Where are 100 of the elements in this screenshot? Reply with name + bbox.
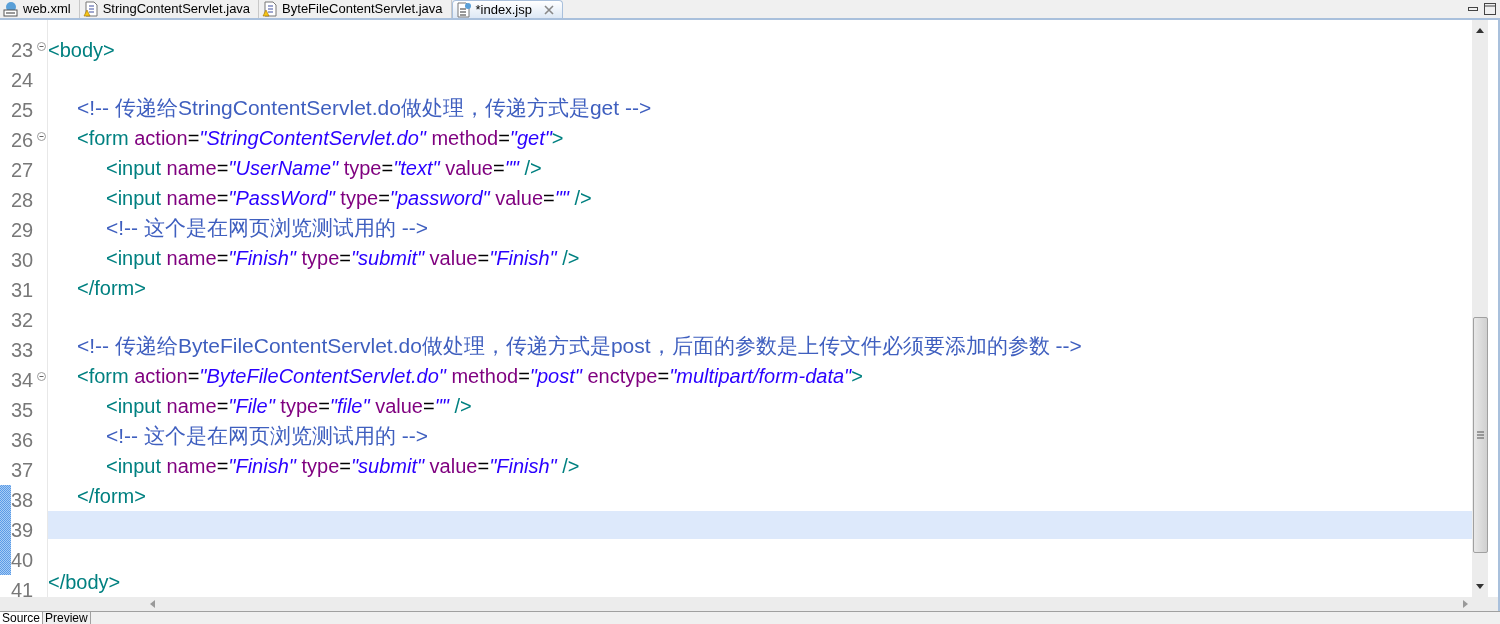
- line-number: 41: [11, 578, 35, 603]
- value-token: "ByteFileContentServlet.do": [199, 364, 446, 389]
- value-token: "PassWord": [228, 186, 335, 211]
- value-token: "file": [329, 394, 370, 419]
- value-token: "text": [393, 156, 440, 181]
- line-number: 27: [11, 158, 35, 183]
- file-warning-icon: [262, 1, 279, 17]
- value-token: "Finish": [489, 246, 557, 271]
- equals-token: =: [498, 126, 510, 151]
- value-token: "submit": [350, 454, 425, 479]
- line-number: 35: [11, 398, 35, 423]
- scroll-up-icon[interactable]: [1476, 28, 1484, 33]
- collapse-icon[interactable]: [37, 132, 46, 141]
- line-number: 31: [11, 278, 35, 303]
- scrollbar-thumb[interactable]: [1472, 317, 1488, 553]
- tag-token: </form>: [76, 276, 146, 301]
- attribute-token: name: [165, 156, 217, 181]
- collapse-icon[interactable]: [37, 42, 46, 51]
- value-token: "Finish": [228, 454, 296, 479]
- equals-token: =: [477, 454, 490, 479]
- value-token: "multipart/form-data": [669, 364, 852, 389]
- editor-mode-tab[interactable]: Preview: [43, 612, 91, 624]
- equals-token: =: [339, 454, 351, 479]
- file-warning-icon: [82, 1, 99, 17]
- tag-token: <body>: [48, 38, 115, 63]
- attribute-token: method: [450, 364, 519, 389]
- equals-token: =: [216, 246, 229, 271]
- equals-token: =: [216, 156, 229, 181]
- editor-mode-tab[interactable]: Source: [0, 612, 44, 624]
- editor-tab[interactable]: web.xml: [0, 0, 80, 18]
- tag-token: >: [851, 364, 863, 389]
- tag-token: <input: [105, 186, 162, 211]
- attribute-token: value: [444, 156, 493, 181]
- line-number: 34: [11, 368, 35, 393]
- attribute-token: method: [430, 126, 499, 151]
- value-token: "post": [529, 364, 582, 389]
- tag-token: <input: [105, 394, 162, 419]
- equals-token: =: [657, 364, 670, 389]
- equals-token: =: [543, 186, 555, 211]
- line-number: 40: [11, 548, 35, 573]
- tag-token: </body>: [48, 570, 121, 595]
- attribute-token: type: [279, 394, 319, 419]
- value-token: "UserName": [228, 156, 339, 181]
- tag-token: <input: [105, 156, 162, 181]
- attribute-token: value: [374, 394, 423, 419]
- equals-token: =: [378, 186, 390, 211]
- tag-token: </form>: [76, 484, 146, 509]
- line-number: 24: [11, 68, 35, 93]
- value-token: "StringContentServlet.do": [199, 126, 426, 151]
- line-number: 26: [11, 128, 35, 153]
- attribute-token: type: [300, 246, 340, 271]
- collapse-icon[interactable]: [37, 372, 46, 381]
- scroll-down-icon[interactable]: [1476, 584, 1484, 589]
- value-token: "Finish": [228, 246, 296, 271]
- line-number: 23: [11, 38, 35, 63]
- tag-token: />: [453, 394, 472, 419]
- equals-token: =: [422, 394, 435, 419]
- value-token: "Finish": [489, 454, 557, 479]
- tag-token: />: [561, 246, 580, 271]
- comment-token: <!-- 这个是在网页浏览测试用的 -->: [105, 215, 428, 242]
- value-token: "password": [389, 186, 490, 211]
- editor-tab[interactable]: *index.jsp: [451, 0, 563, 18]
- line-number: 32: [11, 308, 35, 333]
- attribute-token: name: [165, 394, 217, 419]
- vertical-scrollbar[interactable]: [1472, 20, 1488, 597]
- line-number: 38: [11, 488, 35, 513]
- attribute-token: action: [133, 364, 188, 389]
- tag-token: <input: [105, 454, 162, 479]
- grip-icon: [1476, 431, 1484, 439]
- tag-token: <form: [76, 126, 129, 151]
- minimize-icon[interactable]: [1468, 6, 1478, 12]
- value-token: "File": [228, 394, 275, 419]
- attribute-token: name: [165, 186, 217, 211]
- editor-tab[interactable]: ByteFileContentServlet.java: [259, 0, 452, 18]
- line-number: 29: [11, 218, 35, 243]
- value-token: "": [434, 394, 449, 419]
- attribute-token: value: [428, 246, 478, 271]
- line-number: 37: [11, 458, 35, 483]
- maximize-icon[interactable]: [1484, 3, 1496, 15]
- attribute-token: enctype: [586, 364, 658, 389]
- line-number: 28: [11, 188, 35, 213]
- tag-token: <form: [76, 364, 129, 389]
- equals-token: =: [381, 156, 394, 181]
- equals-token: =: [216, 186, 229, 211]
- attribute-token: value: [494, 186, 543, 211]
- line-number: 30: [11, 248, 35, 273]
- comment-token: <!-- 传递给StringContentServlet.do做处理，传递方式是get -->: [76, 95, 652, 122]
- attribute-token: type: [339, 186, 379, 211]
- tag-token: <input: [105, 246, 162, 271]
- attribute-token: name: [165, 454, 217, 479]
- value-token: "get": [509, 126, 552, 151]
- comment-token: <!-- 传递给ByteFileContentServlet.do做处理，传递方式是post，后面的参数是上传文件必须要添加的参数 -->: [76, 333, 1082, 360]
- line-number: 39: [11, 518, 35, 543]
- value-token: "": [504, 156, 519, 181]
- globe-file-icon: [3, 1, 19, 17]
- tag-token: />: [573, 186, 592, 211]
- line-number: 33: [11, 338, 35, 363]
- close-icon[interactable]: [543, 4, 554, 15]
- equals-token: =: [187, 126, 200, 151]
- tag-token: />: [561, 454, 580, 479]
